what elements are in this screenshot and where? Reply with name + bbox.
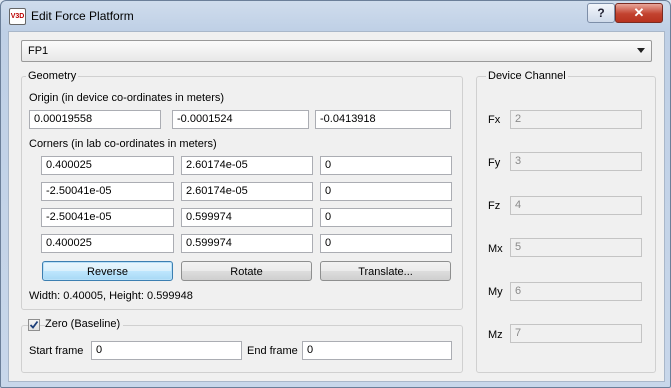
force-platform-select-value: FP1 [28, 45, 49, 57]
channel-mz-label: Mz [488, 329, 503, 341]
channel-fy-field[interactable]: 3 [510, 152, 642, 171]
corner-2-z-field[interactable]: 0 [320, 182, 452, 201]
chevron-down-icon[interactable] [637, 48, 645, 53]
zero-baseline-checkbox[interactable] [28, 319, 40, 331]
origin-y-field[interactable]: -0.0001524 [172, 110, 309, 129]
title-bar[interactable]: V3D Edit Force Platform ? ✕ [1, 1, 670, 31]
dialog-content: FP1 Geometry Origin (in device co-ordina… [8, 31, 665, 382]
close-button[interactable]: ✕ [615, 3, 663, 23]
channel-mx-label: Mx [488, 243, 503, 255]
corner-1-z-field[interactable]: 0 [320, 156, 452, 175]
checkmark-icon [29, 320, 39, 329]
channel-fz-label: Fz [488, 200, 501, 212]
geometry-group-title: Geometry [26, 70, 79, 82]
device-channel-title: Device Channel [486, 70, 568, 82]
end-frame-field[interactable]: 0 [302, 341, 452, 360]
window-title: Edit Force Platform [31, 9, 134, 23]
end-frame-label: End frame [247, 345, 298, 357]
corner-1-y-field[interactable]: 2.60174e-05 [181, 156, 313, 175]
origin-z-field[interactable]: -0.0413918 [315, 110, 451, 129]
start-frame-label: Start frame [29, 345, 84, 357]
start-frame-field[interactable]: 0 [91, 341, 242, 360]
app-icon: V3D [9, 8, 26, 25]
corner-4-x-field[interactable]: 0.400025 [41, 234, 174, 253]
channel-mz-field[interactable]: 7 [510, 324, 642, 343]
channel-mx-field[interactable]: 5 [510, 238, 642, 257]
channel-fy-label: Fy [488, 157, 501, 169]
zero-baseline-label[interactable]: Zero (Baseline) [45, 318, 124, 330]
help-button[interactable]: ? [587, 3, 615, 23]
channel-fz-field[interactable]: 4 [510, 196, 642, 215]
corner-3-z-field[interactable]: 0 [320, 208, 452, 227]
channel-my-label: My [488, 286, 503, 298]
dimensions-text: Width: 0.40005, Height: 0.599948 [29, 290, 193, 302]
corner-4-y-field[interactable]: 0.599974 [181, 234, 313, 253]
translate-button[interactable]: Translate... [320, 261, 451, 281]
corner-4-z-field[interactable]: 0 [320, 234, 452, 253]
corner-2-x-field[interactable]: -2.50041e-05 [41, 182, 174, 201]
origin-label: Origin (in device co-ordinates in meters… [29, 92, 225, 104]
reverse-button[interactable]: Reverse [42, 261, 173, 281]
channel-my-field[interactable]: 6 [510, 282, 642, 301]
channel-fx-label: Fx [488, 114, 501, 126]
corner-3-y-field[interactable]: 0.599974 [181, 208, 313, 227]
channel-fx-field[interactable]: 2 [510, 110, 642, 129]
corner-1-x-field[interactable]: 0.400025 [41, 156, 174, 175]
corner-3-x-field[interactable]: -2.50041e-05 [41, 208, 174, 227]
force-platform-select[interactable]: FP1 [21, 40, 652, 62]
rotate-button[interactable]: Rotate [181, 261, 312, 281]
origin-x-field[interactable]: 0.00019558 [29, 110, 161, 129]
corner-2-y-field[interactable]: 2.60174e-05 [181, 182, 313, 201]
corners-label: Corners (in lab co-ordinates in meters) [29, 138, 217, 150]
edit-force-platform-window: V3D Edit Force Platform ? ✕ FP1 Geometry… [0, 0, 671, 388]
